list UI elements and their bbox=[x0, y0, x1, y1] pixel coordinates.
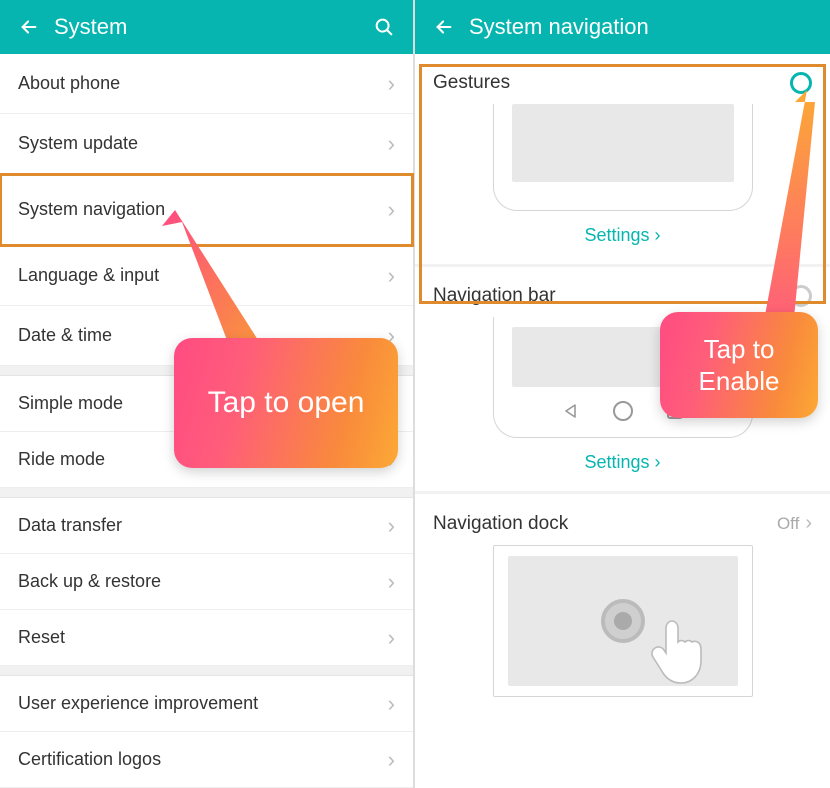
pane-system: System About phone › System update › Sys… bbox=[0, 0, 415, 788]
navbar-settings-link[interactable]: Settings › bbox=[433, 438, 812, 483]
back-triangle-icon bbox=[563, 403, 579, 419]
settings-label: Settings bbox=[584, 225, 649, 245]
row-certification-logos[interactable]: Certification logos › bbox=[0, 732, 413, 788]
chevron-right-icon: › bbox=[388, 691, 395, 717]
row-label: Back up & restore bbox=[18, 571, 388, 592]
dock-preview-frame bbox=[493, 545, 753, 697]
section-navigation-dock[interactable]: Navigation dock Off › bbox=[415, 494, 830, 705]
preview-placeholder bbox=[512, 104, 734, 182]
callout-text: Tap to Enable bbox=[684, 333, 794, 398]
chevron-right-icon: › bbox=[388, 513, 395, 539]
gestures-preview bbox=[493, 104, 753, 211]
row-label: About phone bbox=[18, 73, 388, 94]
callout-text: Tap to open bbox=[208, 384, 365, 422]
back-button[interactable] bbox=[429, 12, 459, 42]
row-label: User experience improvement bbox=[18, 693, 388, 714]
hand-pointer-icon bbox=[648, 614, 728, 694]
chevron-right-icon: › bbox=[388, 263, 395, 289]
navbar-radio[interactable] bbox=[790, 285, 812, 307]
gestures-title: Gestures bbox=[433, 72, 510, 94]
back-button[interactable] bbox=[14, 12, 44, 42]
gestures-radio[interactable] bbox=[790, 72, 812, 94]
row-backup-restore[interactable]: Back up & restore › bbox=[0, 554, 413, 610]
section-gestures: Gestures Settings › bbox=[415, 54, 830, 264]
header-navigation: System navigation bbox=[415, 0, 830, 54]
row-label: Language & input bbox=[18, 265, 388, 286]
page-title: System bbox=[54, 14, 369, 40]
dock-button-icon bbox=[601, 599, 645, 643]
chevron-right-icon: › bbox=[388, 197, 395, 223]
row-system-navigation[interactable]: System navigation › bbox=[0, 174, 413, 246]
chevron-right-icon: › bbox=[388, 747, 395, 773]
row-label: System navigation bbox=[18, 199, 388, 220]
row-label: Data transfer bbox=[18, 515, 388, 536]
row-about-phone[interactable]: About phone › bbox=[0, 54, 413, 114]
chevron-right-icon: › bbox=[805, 512, 812, 535]
section-divider bbox=[0, 488, 413, 498]
dock-title: Navigation dock bbox=[433, 513, 568, 535]
navbar-title: Navigation bar bbox=[433, 285, 556, 307]
chevron-right-icon: › bbox=[655, 452, 661, 472]
chevron-right-icon: › bbox=[388, 131, 395, 157]
dock-preview bbox=[508, 556, 738, 686]
gestures-settings-link[interactable]: Settings › bbox=[433, 211, 812, 256]
row-data-transfer[interactable]: Data transfer › bbox=[0, 498, 413, 554]
header-system: System bbox=[0, 0, 413, 54]
callout-tap-to-enable: Tap to Enable bbox=[660, 312, 818, 418]
chevron-right-icon: › bbox=[388, 625, 395, 651]
page-title: System navigation bbox=[469, 14, 816, 40]
row-system-update[interactable]: System update › bbox=[0, 114, 413, 174]
dock-status: Off bbox=[777, 514, 799, 534]
chevron-right-icon: › bbox=[655, 225, 661, 245]
section-divider bbox=[0, 666, 413, 676]
home-circle-icon bbox=[613, 401, 633, 421]
row-label: System update bbox=[18, 133, 388, 154]
callout-tap-to-open: Tap to open bbox=[174, 338, 398, 468]
row-user-experience[interactable]: User experience improvement › bbox=[0, 676, 413, 732]
chevron-right-icon: › bbox=[388, 569, 395, 595]
row-reset[interactable]: Reset › bbox=[0, 610, 413, 666]
row-language-input[interactable]: Language & input › bbox=[0, 246, 413, 306]
row-label: Certification logos bbox=[18, 749, 388, 770]
chevron-right-icon: › bbox=[388, 71, 395, 97]
row-label: Reset bbox=[18, 627, 388, 648]
settings-label: Settings bbox=[584, 452, 649, 472]
search-button[interactable] bbox=[369, 12, 399, 42]
